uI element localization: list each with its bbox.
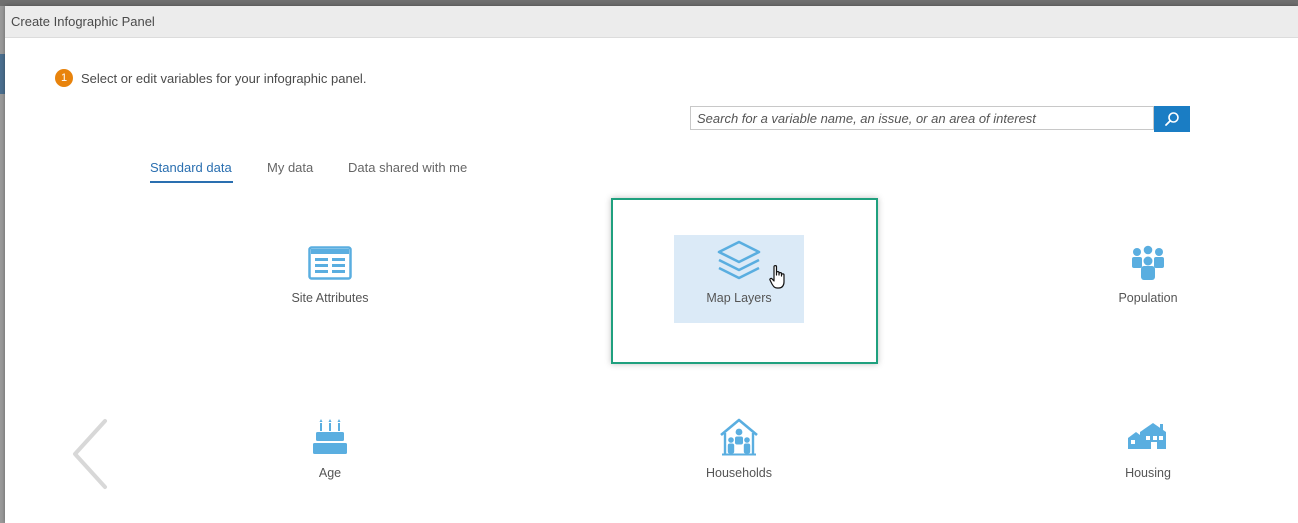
category-tile-site-attributes[interactable]: Site Attributes (265, 235, 395, 323)
step-number-badge: 1 (55, 69, 73, 87)
selection-highlight-frame (611, 198, 878, 364)
tab-standard-data[interactable]: Standard data (150, 160, 232, 175)
dialog-header: Create Infographic Panel (5, 6, 1298, 38)
category-label: Population (1118, 291, 1178, 305)
dialog-title: Create Infographic Panel (11, 14, 155, 29)
category-tile-population[interactable]: Population (1083, 235, 1213, 323)
table-icon (308, 246, 352, 280)
search-button[interactable] (1154, 106, 1190, 132)
cake-icon (313, 419, 347, 454)
houses-icon (1128, 423, 1166, 449)
category-tile-age[interactable]: Age (265, 410, 395, 498)
category-tile-housing[interactable]: Housing (1083, 410, 1213, 498)
category-tile-households[interactable]: Households (674, 410, 804, 498)
tab-my-data[interactable]: My data (267, 160, 313, 175)
category-label: Households (705, 466, 772, 480)
category-label: Site Attributes (291, 291, 369, 305)
search-icon (1165, 112, 1179, 126)
create-infographic-panel-dialog: Create Infographic Panel 1 Select or edi… (5, 6, 1298, 523)
category-label: Age (318, 466, 342, 480)
step-instruction: 1 Select or edit variables for your info… (55, 69, 366, 87)
house-family-icon (720, 418, 758, 456)
step-text: Select or edit variables for your infogr… (81, 70, 367, 86)
people-icon (1132, 245, 1164, 280)
search-input[interactable] (691, 107, 1153, 129)
search-box (690, 106, 1154, 130)
active-tab-underline (150, 181, 233, 183)
hand-pointer-icon (769, 265, 785, 289)
chevron-left-icon[interactable] (71, 418, 111, 490)
category-label: Housing (1125, 466, 1171, 480)
tab-data-shared-with-me[interactable]: Data shared with me (348, 160, 467, 175)
